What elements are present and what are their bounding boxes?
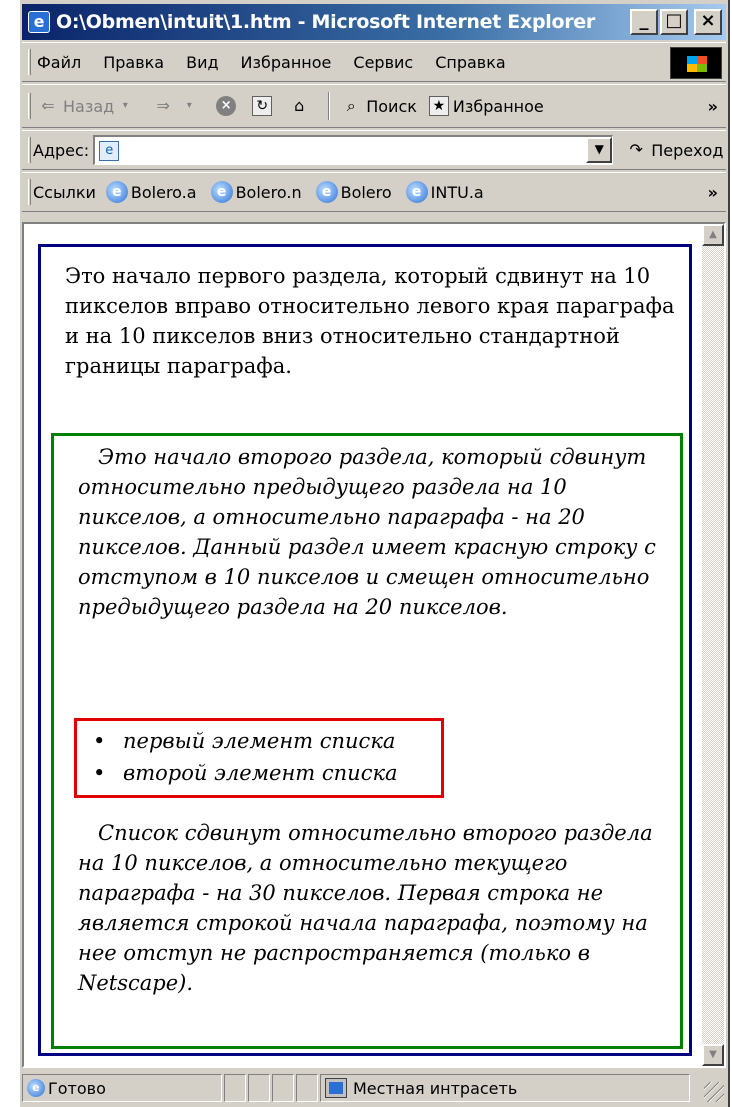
status-cell: e Готово <box>22 1074 222 1102</box>
section-1-text: Это начало первого раздела, который сдви… <box>65 264 675 378</box>
ie-page-icon: e <box>315 181 338 203</box>
status-bar: e Готово Местная интрасеть <box>22 1072 726 1104</box>
chevron-down-icon[interactable]: ▾ <box>114 95 136 117</box>
close-button[interactable]: × <box>694 9 722 35</box>
page-viewport: Это начало первого раздела, который сдви… <box>22 222 726 1068</box>
status-pane <box>248 1074 270 1102</box>
section-2-tail-text: Список сдвинут относительно второго разд… <box>78 821 653 995</box>
status-pane <box>272 1074 294 1102</box>
link-label: Bolero.a <box>130 182 197 202</box>
link-label: INTU.a <box>430 182 484 202</box>
status-pane <box>224 1074 246 1102</box>
refresh-button[interactable]: ↻ <box>252 96 276 116</box>
forward-arrow-icon: ⇒ <box>156 96 170 115</box>
stop-icon: × <box>216 96 237 116</box>
standard-toolbar: ⇐ Назад ▾ ⇒ ▾ × ↻ ⌂ ⌕ Поиск ★ Избранное … <box>22 84 726 128</box>
scroll-up-button[interactable]: ▲ <box>702 224 724 246</box>
menu-view[interactable]: Вид <box>186 53 218 72</box>
link-intu-a[interactable]: e INTU.a <box>405 181 484 203</box>
back-button[interactable]: ⇐ Назад ▾ <box>37 95 140 117</box>
ie-page-icon: e <box>210 181 233 203</box>
maximize-button[interactable]: □ <box>660 9 688 35</box>
ie-page-icon: e <box>105 181 128 203</box>
title-bar[interactable]: e O:\Obmen\intuit\1.htm - Microsoft Inte… <box>22 4 726 40</box>
forward-button[interactable]: ⇒ ▾ <box>152 95 204 117</box>
favorites-label: Избранное <box>452 96 544 116</box>
menu-favorites[interactable]: Избранное <box>241 53 332 72</box>
go-label: Переход <box>651 140 724 160</box>
zone-cell: Местная интрасеть <box>320 1074 690 1102</box>
address-dropdown-button[interactable]: ▼ <box>586 137 613 163</box>
list-box: первый элемент списка второй элемент спи… <box>74 718 444 798</box>
address-label: Адрес: <box>33 140 90 160</box>
status-pane <box>296 1074 318 1102</box>
favorites-icon: ★ <box>428 96 449 116</box>
back-arrow-icon: ⇐ <box>41 96 55 115</box>
links-bar: Ссылки e Bolero.a e Bolero.n e Bolero e … <box>22 172 726 212</box>
menu-tools[interactable]: Сервис <box>353 53 413 72</box>
toolbar-grip[interactable] <box>28 93 31 119</box>
address-input[interactable]: e ▼ <box>93 135 614 165</box>
links-more-icon[interactable]: » <box>708 183 718 202</box>
home-icon: ⌂ <box>294 96 305 115</box>
ie-app-icon[interactable]: e <box>28 11 50 33</box>
page-icon: e <box>99 140 120 161</box>
list-item: второй элемент списка <box>93 757 441 789</box>
menu-edit[interactable]: Правка <box>103 53 164 72</box>
menubar-grip[interactable] <box>28 49 31 75</box>
favorites-button[interactable]: ★ Избранное <box>428 96 544 116</box>
links-label: Ссылки <box>33 182 96 202</box>
addressbar-grip[interactable] <box>28 137 31 163</box>
menu-file[interactable]: Файл <box>37 53 81 72</box>
go-arrow-icon: ↷ <box>629 140 643 159</box>
back-label: Назад <box>63 96 115 116</box>
refresh-icon: ↻ <box>252 96 273 116</box>
zone-text: Местная интрасеть <box>353 1078 518 1098</box>
link-bolero[interactable]: e Bolero <box>315 181 392 203</box>
go-button[interactable]: ↷ Переход <box>625 139 724 161</box>
toolbar-more-icon[interactable]: » <box>708 97 718 116</box>
link-label: Bolero <box>340 182 392 202</box>
ie-page-icon: e <box>27 1079 45 1097</box>
link-bolero-a[interactable]: e Bolero.a <box>105 181 197 203</box>
link-bolero-n[interactable]: e Bolero.n <box>210 181 302 203</box>
status-text: Готово <box>48 1078 106 1098</box>
scroll-down-button[interactable]: ▼ <box>702 1044 724 1066</box>
paragraph-box: Это начало первого раздела, который сдви… <box>38 244 692 1056</box>
search-icon: ⌕ <box>346 96 356 115</box>
ie-window: e O:\Obmen\intuit\1.htm - Microsoft Inte… <box>18 0 730 1107</box>
address-bar: Адрес: e ▼ ↷ Переход <box>22 130 726 170</box>
ie-page-icon: e <box>405 181 428 203</box>
resize-grip[interactable] <box>704 1082 724 1102</box>
minimize-button[interactable]: _ <box>630 9 658 35</box>
menu-help[interactable]: Справка <box>435 53 506 72</box>
intranet-zone-icon <box>325 1078 347 1098</box>
chevron-down-icon[interactable]: ▾ <box>178 95 200 117</box>
vertical-scrollbar[interactable]: ▲ ▼ <box>702 224 724 1066</box>
section-2-text: Это начало второго раздела, который сдви… <box>78 445 656 619</box>
windows-logo-icon <box>670 47 722 79</box>
section-2-box: Это начало второго раздела, который сдви… <box>51 433 683 1049</box>
toolbar-separator <box>328 92 331 120</box>
list-item: первый элемент списка <box>93 725 441 757</box>
search-button[interactable]: ⌕ Поиск <box>340 95 417 117</box>
stop-button[interactable]: × <box>216 96 240 116</box>
search-label: Поиск <box>366 96 417 116</box>
link-label: Bolero.n <box>235 182 302 202</box>
home-button[interactable]: ⌂ <box>288 95 314 117</box>
window-title: O:\Obmen\intuit\1.htm - Microsoft Intern… <box>56 11 595 33</box>
linksbar-grip[interactable] <box>28 179 31 205</box>
menu-bar: Файл Правка Вид Избранное Сервис Справка <box>22 42 726 82</box>
